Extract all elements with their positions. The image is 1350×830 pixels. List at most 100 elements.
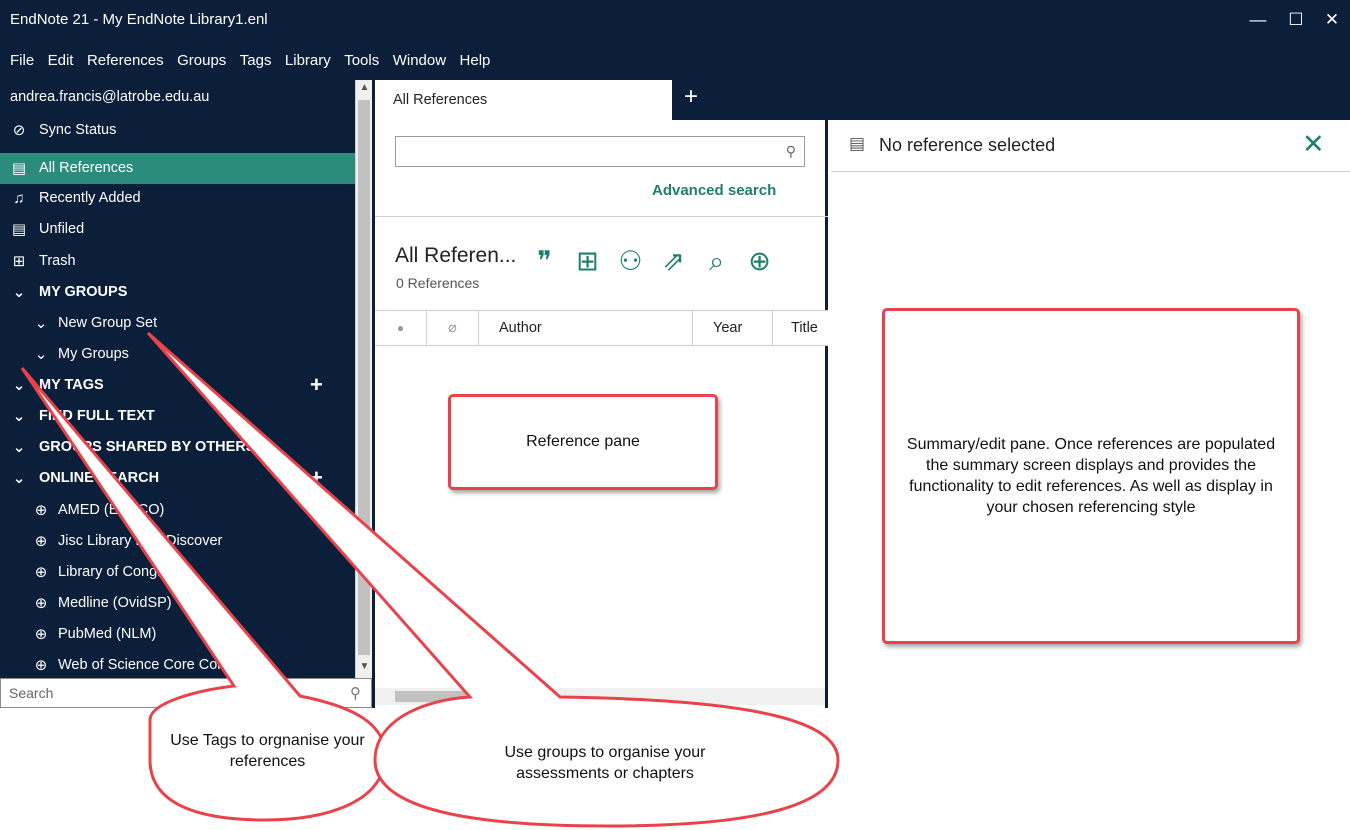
scrollbar-thumb[interactable] — [395, 691, 515, 702]
summary-pane-callout: Summary/edit pane. Once references are p… — [882, 308, 1300, 644]
close-icon[interactable]: ✕ — [1302, 129, 1325, 160]
sidebar-section-online-search[interactable]: ⌄ ONLINE SEARCH + — [0, 463, 355, 494]
chevron-down-icon: ⌄ — [34, 346, 48, 363]
sidebar-item-all-references[interactable]: ▤ All References — [0, 153, 355, 184]
section-label: GROUPS SHARED BY OTHERS — [39, 439, 256, 455]
groups-callout-text: Use groups to organise your assessments … — [455, 742, 755, 784]
sidebar-item-online-source[interactable]: ⊕ Jisc Library Hub Discover — [0, 526, 355, 557]
sidebar-item-online-source[interactable]: ⊕ Library of Congress — [0, 557, 355, 588]
reference-list-header: ● ⌀ Author Year Title — [375, 310, 828, 346]
sidebar-item-unfiled[interactable]: ▤ Unfiled — [0, 214, 355, 245]
column-year[interactable]: Year — [693, 311, 773, 345]
reference-horizontal-scrollbar[interactable] — [375, 688, 825, 705]
sidebar-item-label: My Groups — [58, 346, 129, 362]
menu-tags[interactable]: Tags — [240, 52, 272, 69]
add-tab-button[interactable]: + — [684, 83, 698, 111]
sidebar-item-trash[interactable]: ⊞ Trash — [0, 246, 355, 277]
sidebar-item-label: All References — [39, 160, 134, 176]
menu-edit[interactable]: Edit — [48, 52, 74, 69]
clipboard-icon: ▤ — [849, 134, 866, 153]
sidebar-item-label: New Group Set — [58, 315, 158, 331]
chevron-down-icon: ⌄ — [12, 439, 26, 456]
sidebar-item-new-group-set[interactable]: ⌄ New Group Set — [0, 308, 355, 339]
sidebar-item-label: Web of Science Core Collection ... — [58, 657, 279, 673]
sidebar-item-my-groups[interactable]: ⌄ My Groups — [0, 339, 355, 370]
find-pdf-icon[interactable]: ⌕ — [695, 246, 738, 278]
sidebar-scrollbar[interactable]: ▲ ▼ — [355, 80, 372, 678]
sidebar-item-online-source[interactable]: ⊕ Web of Science Core Collection ... — [0, 650, 355, 678]
sidebar-item-label: Jisc Library Hub Discover — [58, 533, 223, 549]
sidebar-item-label: Unfiled — [39, 221, 85, 237]
section-label: ONLINE SEARCH — [39, 470, 160, 486]
library-title: All Referen... — [395, 244, 517, 267]
menu-tools[interactable]: Tools — [344, 52, 379, 69]
chevron-down-icon: ⌄ — [12, 470, 26, 487]
search-placeholder: Search — [9, 685, 54, 701]
globe-icon: ⊕ — [34, 564, 48, 581]
menu-help[interactable]: Help — [460, 52, 491, 69]
scroll-up-icon[interactable]: ▲ — [356, 82, 373, 93]
advanced-search-link[interactable]: Advanced search — [652, 182, 776, 199]
online-search-globe-icon[interactable]: ⊕ — [738, 246, 781, 277]
sidebar-item-recently-added[interactable]: ♫ Recently Added — [0, 183, 355, 214]
sidebar-item-label: PubMed (NLM) — [58, 626, 157, 642]
menu-references[interactable]: References — [87, 52, 164, 69]
clipboard-icon: ▤ — [11, 221, 27, 238]
new-reference-icon[interactable]: ⊞ — [566, 246, 609, 277]
share-library-icon[interactable]: ⚇ — [609, 246, 652, 277]
chevron-down-icon: ⌄ — [34, 315, 48, 332]
section-label: MY TAGS — [39, 377, 104, 393]
sidebar-item-sync-status[interactable]: ⊘ Sync Status — [0, 115, 355, 146]
sidebar-item-online-source[interactable]: ⊕ AMED (EBSCO) — [0, 495, 355, 526]
callout-line: assessments or chapters — [516, 765, 694, 782]
attachment-column-icon[interactable]: ⌀ — [427, 311, 479, 345]
chevron-down-icon: ⌄ — [12, 408, 26, 425]
reference-search-input[interactable]: ⚲ — [395, 136, 805, 167]
sidebar-search-input[interactable]: Search ⚲ — [0, 678, 372, 708]
scroll-down-icon[interactable]: ▼ — [356, 661, 373, 672]
summary-header: ▤ No reference selected ✕ — [831, 120, 1350, 172]
menu-groups[interactable]: Groups — [177, 52, 226, 69]
trash-icon: ⊞ — [12, 253, 26, 270]
add-tag-button[interactable]: + — [310, 370, 323, 399]
minimize-button[interactable]: — — [1238, 6, 1278, 34]
menu-window[interactable]: Window — [393, 52, 446, 69]
sidebar-item-online-source[interactable]: ⊕ Medline (OvidSP) — [0, 588, 355, 619]
menu-library[interactable]: Library — [285, 52, 331, 69]
maximize-button[interactable]: ☐ — [1276, 6, 1316, 34]
sidebar-section-find-full-text[interactable]: ⌄ FIND FULL TEXT — [0, 401, 355, 432]
read-status-column-icon[interactable]: ● — [375, 311, 427, 345]
sidebar-section-my-groups[interactable]: ⌄ MY GROUPS — [0, 277, 355, 308]
tags-callout-text: Use Tags to orgnanise your references — [165, 730, 370, 772]
search-icon[interactable]: ⚲ — [786, 143, 796, 160]
bell-icon: ♫ — [13, 190, 25, 207]
clipboard-icon: ▤ — [11, 160, 27, 177]
reference-toolbar: ❞ ⊞ ⚇ ⇗ ⌕ ⊕ — [523, 246, 781, 278]
menu-bar: File Edit References Groups Tags Library… — [0, 40, 1350, 80]
sync-icon: ⊘ — [12, 122, 26, 139]
title-bar: EndNote 21 - My EndNote Library1.enl — ☐… — [0, 0, 1350, 40]
globe-icon: ⊕ — [34, 626, 48, 643]
close-window-button[interactable]: ✕ — [1312, 6, 1350, 34]
sidebar-item-label: Sync Status — [39, 122, 117, 138]
window-title: EndNote 21 - My EndNote Library1.enl — [10, 11, 268, 28]
sidebar-item-label: Recently Added — [39, 190, 141, 206]
sidebar-item-online-source[interactable]: ⊕ PubMed (NLM) — [0, 619, 355, 650]
add-online-search-button[interactable]: + — [310, 463, 323, 492]
chevron-down-icon: ⌄ — [12, 284, 26, 301]
insert-citation-icon[interactable]: ❞ — [523, 246, 566, 277]
sidebar-section-my-tags[interactable]: ⌄ MY TAGS + — [0, 370, 355, 401]
tab-all-references[interactable]: All References — [375, 80, 672, 120]
scrollbar-thumb[interactable] — [358, 100, 370, 655]
sidebar-item-label: Trash — [39, 253, 76, 269]
export-icon[interactable]: ⇗ — [652, 246, 695, 277]
column-title[interactable]: Title — [773, 311, 828, 345]
section-label: MY GROUPS — [39, 284, 128, 300]
sidebar-account: andrea.francis@latrobe.edu.au — [0, 82, 355, 113]
sidebar-section-groups-shared[interactable]: ⌄ GROUPS SHARED BY OTHERS — [0, 432, 355, 463]
column-author[interactable]: Author — [479, 311, 693, 345]
sidebar-item-label: Medline (OvidSP) — [58, 595, 172, 611]
search-icon[interactable]: ⚲ — [350, 684, 361, 702]
globe-icon: ⊕ — [34, 595, 48, 612]
menu-file[interactable]: File — [10, 52, 34, 69]
